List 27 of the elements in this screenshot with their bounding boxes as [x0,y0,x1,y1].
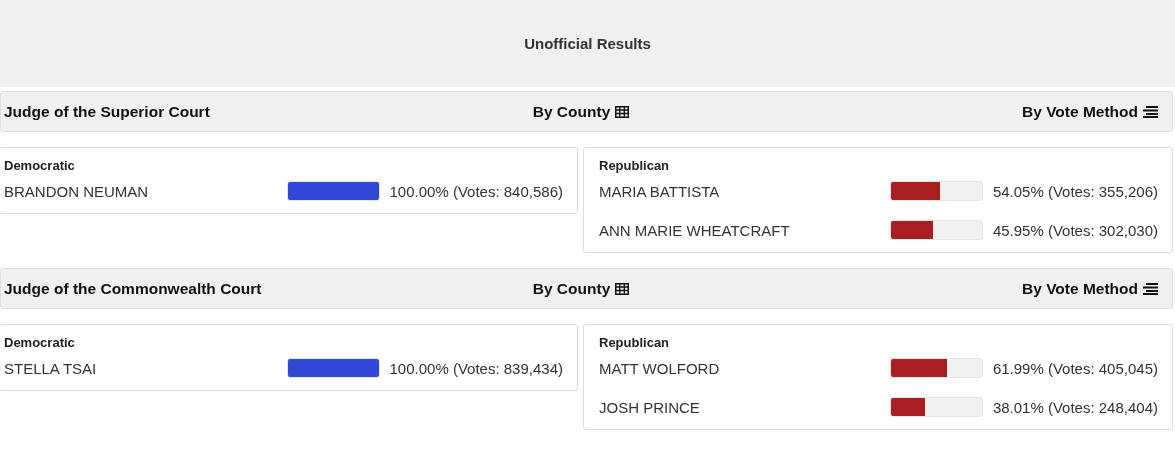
vote-result: 100.00% (Votes: 840,586) [389,182,563,200]
list-icon [1143,105,1158,118]
party-name: Republican [599,158,671,173]
candidate-name: BRANDON NEUMAN [4,182,150,200]
party-name: Republican [599,335,671,350]
by-vote-method-link[interactable]: By Vote Method [1022,279,1158,298]
list-icon [1143,282,1158,295]
page-title: Unofficial Results [524,35,651,52]
vote-result: 100.00% (Votes: 839,434) [389,359,563,377]
race-title: Judge of the Superior Court [4,102,211,121]
candidate-name: MATT WOLFORD [599,359,721,377]
candidate-name: STELLA TSAI [4,359,98,377]
by-county-link[interactable]: By County [532,279,630,298]
table-icon [615,282,630,295]
race-title: Judge of the Commonwealth Court [4,279,263,298]
party-name: Democratic [4,335,76,350]
vote-result: 38.01% (Votes: 248,404) [992,398,1158,416]
vote-result: 45.95% (Votes: 302,030) [992,221,1158,239]
by-county-link[interactable]: By County [532,102,630,121]
candidate-name: MARIA BATTISTA [599,182,721,200]
party-name: Democratic [4,158,76,173]
table-icon [615,105,630,118]
by-vote-method-link[interactable]: By Vote Method [1022,102,1158,121]
vote-result: 61.99% (Votes: 405,045) [992,359,1158,377]
vote-result: 54.05% (Votes: 355,206) [992,182,1158,200]
candidate-name: JOSH PRINCE [599,398,701,416]
candidate-name: ANN MARIE WHEATCRAFT [599,221,791,239]
